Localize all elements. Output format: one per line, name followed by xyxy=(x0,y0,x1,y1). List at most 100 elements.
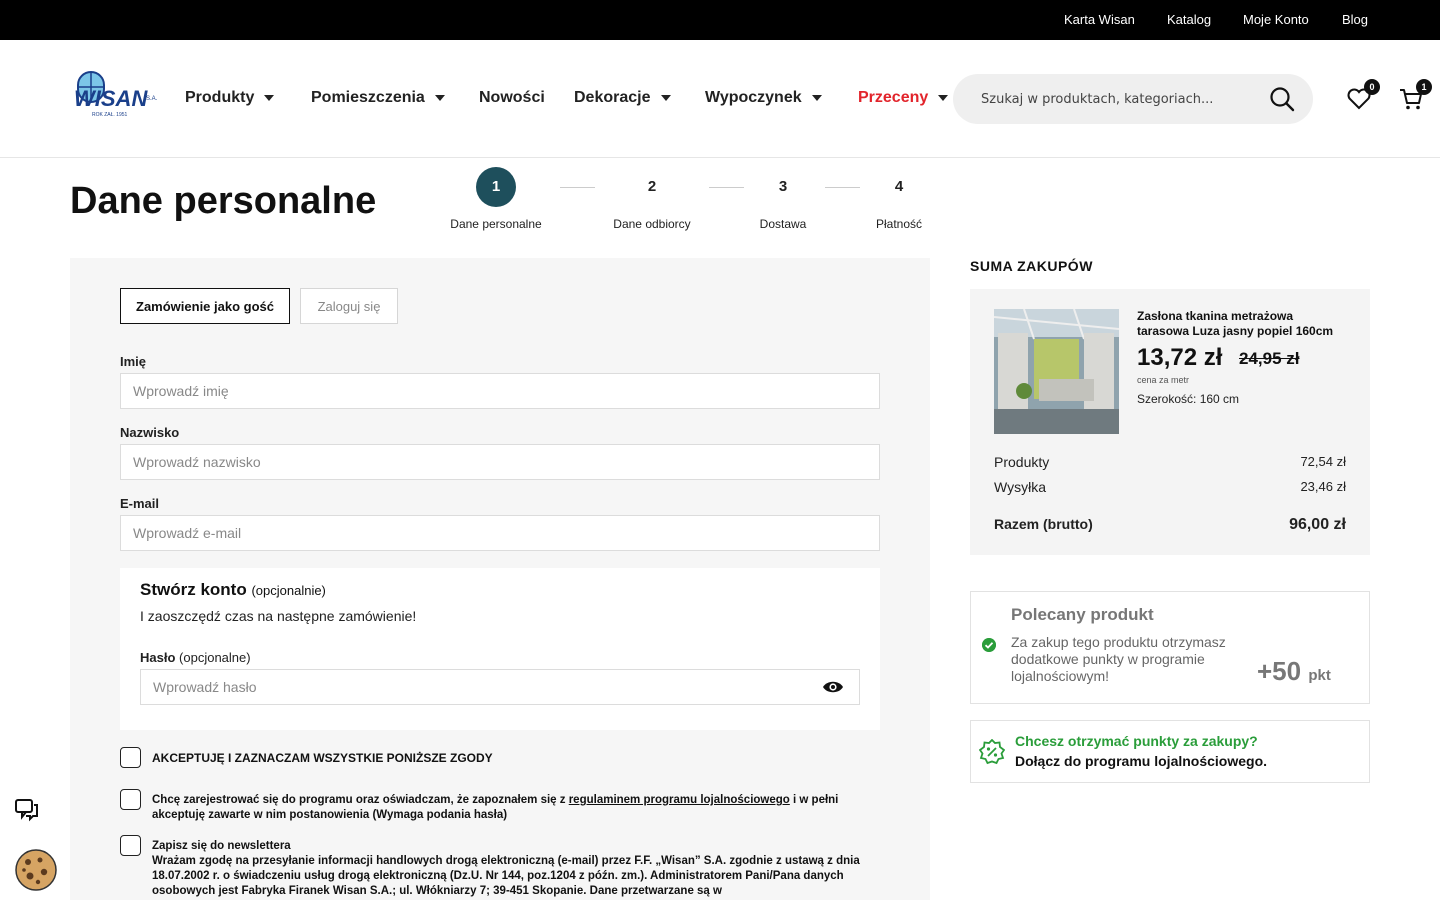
percent-badge-icon xyxy=(979,739,1005,765)
product-price-unit: cena za metr xyxy=(1137,375,1190,385)
chat-icon[interactable] xyxy=(14,797,40,823)
check-circle-icon xyxy=(982,638,996,652)
summary-products-value: 72,54 zł xyxy=(1300,454,1346,469)
nav-dekoracje[interactable]: Dekoracje xyxy=(574,89,671,107)
consent-accept-all: AKCEPTUJĘ I ZAZNACZAM WSZYSTKIE PONIŻSZE… xyxy=(120,747,880,771)
chevron-down-icon xyxy=(434,95,445,101)
cookie-icon[interactable] xyxy=(14,848,58,892)
newsletter-text: Wrażam zgodę na przesyłanie informacji h… xyxy=(152,855,860,897)
email-label: E-mail xyxy=(120,496,160,511)
search-bar xyxy=(953,74,1313,124)
step-4-number: 4 xyxy=(894,178,904,195)
search-icon[interactable] xyxy=(1269,86,1295,112)
recommended-product-box: Polecany produkt Za zakup tego produktu … xyxy=(970,591,1370,704)
order-summary: Zasłona tkanina metrażowa tarasowa Luza … xyxy=(970,289,1370,555)
loyalty-terms-link[interactable]: regulaminem programu lojalnościowego xyxy=(569,794,790,806)
create-account-heading: Stwórz konto xyxy=(140,580,247,599)
create-account-optional: (opcjonalnie) xyxy=(251,583,326,598)
search-input[interactable] xyxy=(981,88,1241,110)
summary-shipping-label: Wysyłka xyxy=(994,479,1046,495)
summary-shipping-value: 23,46 zł xyxy=(1300,479,1346,494)
summary-total-row: Razem (brutto) 96,00 zł xyxy=(994,516,1346,533)
first-name-label: Imię xyxy=(120,354,147,369)
summary-products-label: Produkty xyxy=(994,454,1050,470)
recommended-title: Polecany produkt xyxy=(1011,605,1154,624)
product-price: 13,72 zł xyxy=(1137,344,1223,371)
product-width: Szerokość: 160 cm xyxy=(1137,392,1240,406)
loyalty-consent-text: Chcę zarejestrować się do programu oraz … xyxy=(152,793,880,823)
nav-dekoracje-label: Dekoracje xyxy=(574,89,651,106)
nav-przeceny[interactable]: Przeceny xyxy=(858,89,949,107)
step-3-number: 3 xyxy=(778,178,788,195)
guest-order-tab[interactable]: Zamówienie jako gość xyxy=(120,288,290,324)
nav-nowosci[interactable]: Nowości xyxy=(479,89,545,107)
cart-count-badge: 1 xyxy=(1416,79,1432,95)
password-input[interactable] xyxy=(140,669,860,705)
topbar-link-blog[interactable]: Blog xyxy=(1342,12,1368,27)
wishlist-button[interactable]: 0 xyxy=(1346,79,1380,112)
top-bar: Karta Wisan Katalog Moje Konto Blog xyxy=(0,0,1440,40)
step-1-number: 1 xyxy=(476,167,516,207)
cart-button[interactable]: 1 xyxy=(1398,79,1432,112)
nav-wypoczynek-label: Wypoczynek xyxy=(705,89,802,106)
loyalty-consent-checkbox[interactable] xyxy=(120,789,141,810)
eye-icon[interactable] xyxy=(822,679,844,695)
chevron-down-icon xyxy=(938,95,949,101)
summary-shipping-row: Wysyłka 23,46 zł xyxy=(994,479,1346,495)
step-1-label: Dane personalne xyxy=(450,217,542,231)
logo-tagline: ROK ZAŁ. 1951 xyxy=(92,112,128,118)
main-header: WISAN S.A. ROK ZAŁ. 1951 Produkty Pomies… xyxy=(0,40,1440,158)
product-old-price: 24,95 zł xyxy=(1239,349,1300,368)
nav-przeceny-label: Przeceny xyxy=(858,89,929,106)
wisan-logo[interactable]: WISAN S.A. ROK ZAŁ. 1951 xyxy=(72,70,158,120)
logo-suffix: S.A. xyxy=(146,96,158,102)
password-label: Hasło (opcjonalne) xyxy=(140,650,251,665)
personal-data-form: Zamówienie jako gość Zaloguj się Imię Na… xyxy=(70,258,930,900)
step-2-label: Dane odbiorcy xyxy=(613,217,691,231)
last-name-input[interactable] xyxy=(120,444,880,480)
wishlist-count-badge: 0 xyxy=(1364,79,1380,95)
loyalty-consent-pre: Chcę zarejestrować się do programu oraz … xyxy=(152,794,569,806)
topbar-link-karta-wisan[interactable]: Karta Wisan xyxy=(1064,12,1135,27)
nav-produkty[interactable]: Produkty xyxy=(185,89,275,107)
accept-all-checkbox[interactable] xyxy=(120,747,141,768)
newsletter-checkbox[interactable] xyxy=(120,835,141,856)
chevron-down-icon xyxy=(264,95,275,101)
recommended-points-value: +50 xyxy=(1257,656,1302,686)
loyalty-cta[interactable]: Dołącz do programu lojalnościowego. xyxy=(1015,753,1267,769)
step-divider xyxy=(709,187,744,188)
step-2: 2 Dane odbiorcy xyxy=(602,167,702,231)
password-optional-text: (opcjonalne) xyxy=(179,650,251,665)
chevron-down-icon xyxy=(811,95,822,101)
step-3: 3 Dostawa xyxy=(743,167,823,231)
step-1: 1 Dane personalne xyxy=(446,167,546,231)
topbar-link-moje-konto[interactable]: Moje Konto xyxy=(1243,12,1309,27)
recommended-points: +50 pkt xyxy=(1257,656,1331,687)
accept-all-text: AKCEPTUJĘ I ZAZNACZAM WSZYSTKIE PONIŻSZE… xyxy=(152,751,493,765)
first-name-input[interactable] xyxy=(120,373,880,409)
password-label-text: Hasło xyxy=(140,650,176,665)
product-image[interactable] xyxy=(993,308,1120,434)
page-title: Dane personalne xyxy=(70,180,377,222)
loyalty-program-box[interactable]: Chcesz otrzymać punkty za zakupy? Dołącz… xyxy=(970,720,1370,783)
summary-products-row: Produkty 72,54 zł xyxy=(994,454,1346,470)
nav-pomieszczenia[interactable]: Pomieszczenia xyxy=(311,89,445,107)
product-name[interactable]: Zasłona tkanina metrażowa tarasowa Luza … xyxy=(1137,309,1347,339)
step-2-number: 2 xyxy=(647,178,657,195)
step-divider xyxy=(560,187,595,188)
step-3-label: Dostawa xyxy=(759,217,807,231)
email-input[interactable] xyxy=(120,515,880,551)
recommended-text: Za zakup tego produktu otrzymasz dodatko… xyxy=(1011,634,1226,684)
topbar-link-katalog[interactable]: Katalog xyxy=(1167,12,1211,27)
loyalty-question: Chcesz otrzymać punkty za zakupy? xyxy=(1015,733,1258,749)
step-4: 4 Płatność xyxy=(864,167,934,231)
nav-produkty-label: Produkty xyxy=(185,89,255,106)
summary-total-value: 96,00 zł xyxy=(1289,516,1346,533)
login-tab[interactable]: Zaloguj się xyxy=(300,288,398,324)
nav-pomieszczenia-label: Pomieszczenia xyxy=(311,89,425,106)
nav-wypoczynek[interactable]: Wypoczynek xyxy=(705,89,822,107)
newsletter-title: Zapisz się do newslettera xyxy=(152,840,291,852)
logo-wordmark: WISAN xyxy=(74,86,148,111)
step-divider xyxy=(825,187,860,188)
create-account-subtitle: I zaoszczędź czas na następne zamówienie… xyxy=(140,608,417,624)
